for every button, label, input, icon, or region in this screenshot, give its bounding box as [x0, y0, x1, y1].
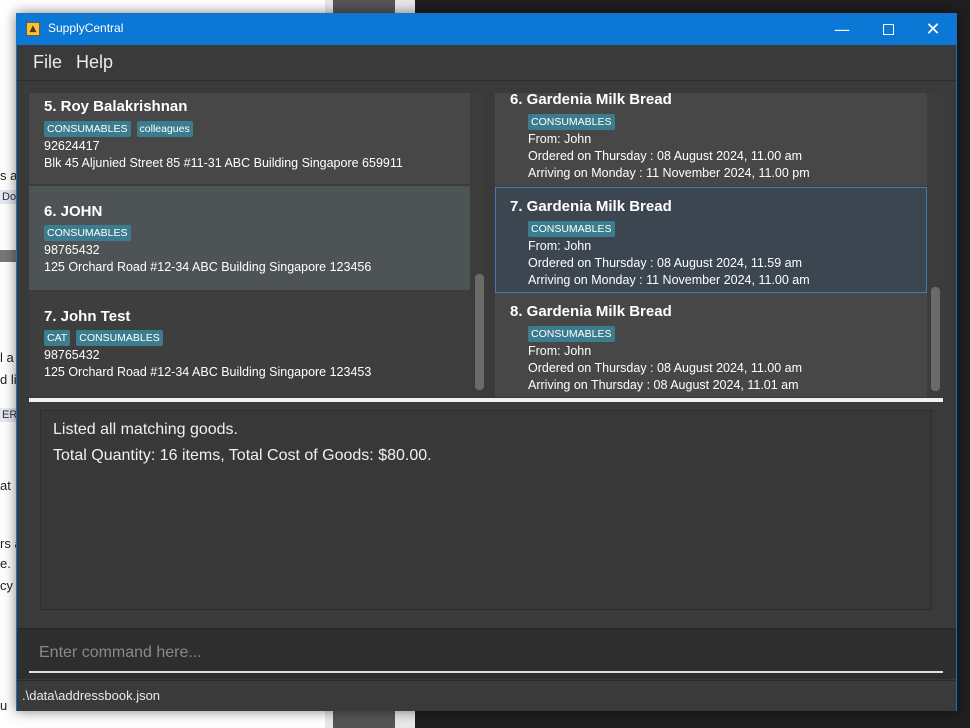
person-phone: 92624417	[44, 139, 100, 153]
background-text: u	[0, 698, 8, 713]
person-address: Blk 45 Aljunied Street 85 #11-31 ABC Bui…	[44, 156, 403, 170]
goods-ordered-date: Ordered on Thursday : 08 August 2024, 11…	[528, 149, 803, 163]
goods-arrival-date: Arriving on Monday : 11 November 2024, 1…	[528, 273, 810, 287]
goods-tags: CONSUMABLES	[528, 221, 615, 237]
goods-tags: CONSUMABLES	[528, 114, 615, 130]
background-text: cy	[0, 578, 13, 593]
goods-supplier: From: John	[528, 239, 592, 253]
tag: CONSUMABLES	[44, 121, 131, 137]
goods-arrival-date: Arriving on Monday : 11 November 2024, 1…	[528, 166, 810, 180]
command-box	[17, 628, 956, 679]
background-text: d li	[0, 372, 17, 387]
person-address: 125 Orchard Road #12-34 ABC Building Sin…	[44, 260, 372, 274]
person-list-scroll-thumb[interactable]	[475, 274, 484, 390]
goods-card[interactable]: 8. Gardenia Milk Bread CONSUMABLES From:…	[495, 293, 927, 397]
person-list[interactable]: 5. Roy Balakrishnan CONSUMABLES colleagu…	[29, 93, 485, 397]
app-window: ▲ SupplyCentral — ✕ File Help 5. Roy Bal…	[16, 13, 957, 711]
tag: CONSUMABLES	[76, 330, 163, 346]
tag: CONSUMABLES	[528, 326, 615, 342]
goods-card[interactable]: 7. Gardenia Milk Bread CONSUMABLES From:…	[495, 187, 927, 293]
person-tags: CONSUMABLES colleagues	[44, 121, 193, 137]
result-summary: Total Quantity: 16 items, Total Cost of …	[53, 447, 432, 464]
background-text: e.	[0, 556, 11, 571]
maximize-icon	[882, 23, 894, 35]
person-name: 7. John Test	[44, 308, 131, 325]
tag: colleagues	[136, 121, 193, 137]
maximize-button[interactable]	[865, 14, 911, 45]
goods-supplier: From: John	[528, 132, 592, 146]
person-card[interactable]: 7. John Test CAT CONSUMABLES 98765432 12…	[29, 291, 470, 395]
goods-ordered-date: Ordered on Thursday : 08 August 2024, 11…	[528, 256, 803, 270]
goods-tags: CONSUMABLES	[528, 326, 615, 342]
title-bar[interactable]: ▲ SupplyCentral — ✕	[17, 14, 956, 45]
result-message: Listed all matching goods.	[53, 421, 238, 438]
person-address: 125 Orchard Road #12-34 ABC Building Sin…	[44, 365, 372, 379]
tag: CONSUMABLES	[528, 221, 615, 237]
tag: CONSUMABLES	[528, 114, 615, 130]
goods-list[interactable]: 6. Gardenia Milk Bread CONSUMABLES From:…	[495, 93, 927, 397]
goods-name: 6. Gardenia Milk Bread	[510, 93, 672, 108]
window-title: SupplyCentral	[48, 21, 124, 35]
close-button[interactable]: ✕	[910, 14, 956, 45]
tag: CONSUMABLES	[44, 225, 131, 241]
person-tags: CAT CONSUMABLES	[44, 330, 163, 346]
person-phone: 98765432	[44, 348, 100, 362]
person-name: 5. Roy Balakrishnan	[44, 98, 188, 115]
goods-list-scroll-thumb[interactable]	[931, 287, 940, 391]
result-panel: Listed all matching goods. Total Quantit…	[29, 406, 943, 620]
person-phone: 98765432	[44, 243, 100, 257]
menu-bar: File Help	[17, 45, 956, 81]
app-icon: ▲	[26, 22, 40, 36]
result-display: Listed all matching goods. Total Quantit…	[40, 410, 932, 610]
status-bar: .\data\addressbook.json	[17, 680, 956, 711]
goods-arrival-date: Arriving on Thursday : 08 August 2024, 1…	[528, 378, 799, 392]
menu-file[interactable]: File	[33, 52, 62, 73]
tag: CAT	[44, 330, 71, 346]
person-card[interactable]: 5. Roy Balakrishnan CONSUMABLES colleagu…	[29, 93, 470, 184]
minimize-icon: —	[834, 20, 850, 39]
background-text: s a	[0, 168, 18, 183]
background-text: at	[0, 478, 11, 493]
goods-list-scrollbar[interactable]	[927, 93, 943, 397]
data-file-path: .\data\addressbook.json	[22, 688, 161, 703]
person-card[interactable]: 6. JOHN CONSUMABLES 98765432 125 Orchard…	[29, 186, 470, 290]
goods-name: 7. Gardenia Milk Bread	[510, 198, 672, 215]
goods-ordered-date: Ordered on Thursday : 08 August 2024, 11…	[528, 361, 803, 375]
person-name: 6. JOHN	[44, 203, 103, 220]
command-input[interactable]	[29, 635, 943, 673]
goods-supplier: From: John	[528, 344, 592, 358]
background-text: l a	[0, 350, 14, 365]
minimize-button[interactable]: —	[819, 14, 865, 45]
split-divider[interactable]	[29, 398, 943, 402]
person-list-scrollbar[interactable]	[473, 93, 485, 397]
goods-card[interactable]: 6. Gardenia Milk Bread CONSUMABLES From:…	[495, 93, 927, 186]
goods-name: 8. Gardenia Milk Bread	[510, 303, 672, 320]
person-tags: CONSUMABLES	[44, 225, 131, 241]
menu-help[interactable]: Help	[76, 52, 113, 73]
close-icon: ✕	[925, 19, 941, 40]
